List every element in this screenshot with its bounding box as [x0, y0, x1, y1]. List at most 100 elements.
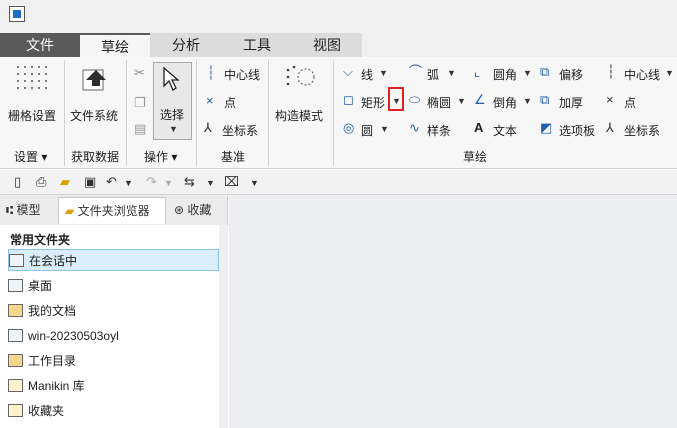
tab-view[interactable]: 视图 [292, 33, 362, 57]
fillet-icon: ⌞ [474, 64, 481, 79]
save-icon[interactable]: ▣ [84, 175, 96, 189]
grid-icon [17, 66, 47, 89]
favorites-icon: ⊛ [174, 203, 185, 217]
group-get-data-label: 获取数据 [71, 150, 120, 164]
graphics-area[interactable] [229, 195, 677, 428]
group-operations-label[interactable]: 操作 ▾ [144, 148, 177, 165]
csys-button[interactable]: 坐标系 [222, 122, 258, 139]
folder-item-computer[interactable]: win-20230503oyl [8, 325, 219, 347]
line-dropdown-arrow[interactable]: ▼ [379, 68, 388, 78]
spline-icon: ∿ [409, 120, 420, 135]
text-button[interactable]: 文本 [493, 122, 517, 139]
close-window-icon[interactable]: ⌧ [224, 175, 239, 189]
paste-icon[interactable]: ▤ [134, 122, 146, 136]
ellipse-dropdown-arrow[interactable]: ▼ [457, 96, 466, 106]
working-directory-icon [8, 354, 23, 367]
favorites-folder-icon [8, 404, 23, 417]
circle-button[interactable]: 圆 [361, 122, 373, 139]
thicken-button[interactable]: 加厚 [559, 94, 583, 111]
fillet-dropdown-arrow[interactable]: ▼ [523, 68, 532, 78]
manikin-library-icon [8, 379, 23, 392]
regenerate-dropdown-arrow[interactable]: ▼ [206, 178, 215, 188]
group-datum-label: 基准 [221, 150, 246, 164]
arc-icon: ⌒ [409, 64, 423, 79]
fillet-button[interactable]: 圆角 [493, 66, 517, 83]
tab-sketch[interactable]: 草绘 [80, 33, 150, 57]
new-icon[interactable]: ▯ [14, 175, 21, 189]
quick-access-toolbar [0, 170, 677, 195]
csys2-button[interactable]: 坐标系 [624, 122, 660, 139]
folder-item-favorites[interactable]: 收藏夹 [8, 400, 219, 422]
file-system-button[interactable]: 文件系统 [70, 107, 118, 124]
csys2-icon: ⅄ [606, 120, 614, 135]
centerline2-icon: ┆ [607, 64, 615, 79]
ellipse-button[interactable]: 椭圆 [427, 94, 451, 111]
documents-icon [8, 304, 23, 317]
line-icon: ⌵ [343, 64, 353, 79]
line-button[interactable]: 线 [361, 66, 373, 83]
app-icon[interactable] [9, 6, 25, 22]
file-system-icon [82, 69, 106, 91]
rectangle-icon: ◻ [343, 92, 354, 107]
grid-settings-button[interactable]: 栅格设置 [8, 107, 56, 124]
redo-icon[interactable]: ↷ [146, 175, 157, 189]
computer-icon [8, 329, 23, 342]
group-settings-label[interactable]: 设置 ▾ [14, 148, 47, 165]
thicken-icon: ⧉ [540, 92, 550, 107]
title-bar [0, 0, 677, 33]
folder-item-manikin-library[interactable]: Manikin 库 [8, 375, 219, 397]
common-folders-title: 常用文件夹 [10, 233, 71, 247]
centerline2-dropdown-arrow[interactable]: ▼ [665, 68, 674, 78]
copy-icon[interactable]: ❐ [134, 96, 146, 110]
redo-dropdown-arrow[interactable]: ▼ [164, 178, 173, 188]
text-icon: A [474, 120, 484, 135]
centerline-icon: ┆ [207, 65, 215, 80]
point-button[interactable]: 点 [224, 94, 236, 111]
circle-icon: ◎ [343, 120, 355, 135]
centerline-button[interactable]: 中心线 [224, 66, 260, 83]
arc-button[interactable]: 弧 [427, 66, 439, 83]
point-icon: × [206, 93, 214, 108]
undo-icon[interactable]: ↶ [106, 175, 117, 189]
offset-button[interactable]: 偏移 [559, 66, 583, 83]
folder-item-working-directory[interactable]: 工作目录 [8, 350, 219, 372]
point2-icon: × [606, 92, 614, 107]
chamfer-button[interactable]: 倒角 [493, 94, 517, 111]
print-icon[interactable]: ⎙ [36, 175, 46, 189]
offset-icon: ⧉ [540, 64, 550, 79]
rectangle-button[interactable]: 矩形 [361, 94, 385, 111]
desktop-icon [8, 279, 23, 292]
monitor-icon [9, 254, 24, 267]
tab-file[interactable]: 文件 [0, 33, 80, 57]
spline-button[interactable]: 样条 [427, 122, 451, 139]
tab-tools[interactable]: 工具 [222, 33, 292, 57]
pointer-icon [163, 66, 180, 91]
tab-folder-browser[interactable]: ▰ 文件夹浏览器 [58, 197, 166, 224]
folder-item-my-documents[interactable]: 我的文档 [8, 300, 219, 322]
folder-item-desktop[interactable]: 桌面 [8, 275, 219, 297]
centerline2-button[interactable]: 中心线 [624, 66, 660, 83]
construction-mode-icon [286, 65, 315, 86]
arc-dropdown-arrow[interactable]: ▼ [447, 68, 456, 78]
construction-mode-button[interactable]: 构造模式 [275, 107, 323, 124]
regenerate-icon[interactable]: ⇆ [184, 175, 195, 189]
undo-dropdown-arrow[interactable]: ▼ [124, 178, 133, 188]
point2-button[interactable]: 点 [624, 94, 636, 111]
cut-icon[interactable]: ✂ [134, 66, 145, 80]
tab-favorites[interactable]: ⊛ 收藏 [170, 197, 222, 224]
circle-dropdown-arrow[interactable]: ▼ [380, 124, 389, 134]
model-tree-icon: ⑆ [6, 203, 14, 217]
select-label: 选择 [160, 108, 185, 122]
folder-item-in-session[interactable]: 在会话中 [8, 249, 219, 271]
rectangle-dropdown-highlight [388, 87, 404, 111]
tab-analysis[interactable]: 分析 [150, 33, 222, 57]
palette-icon: ◩ [540, 120, 553, 135]
palette-button[interactable]: 选项板 [559, 122, 595, 139]
chamfer-dropdown-arrow[interactable]: ▼ [523, 96, 532, 106]
tab-model-tree[interactable]: ⑆ 模型 [6, 197, 54, 224]
customize-toolbar-arrow[interactable]: ▼ [250, 178, 259, 188]
select-dropdown-arrow[interactable]: ▼ [169, 124, 178, 134]
navigator-scrollbar[interactable] [219, 225, 228, 428]
open-icon[interactable]: ▰ [60, 175, 70, 189]
csys-icon: ⅄ [204, 120, 212, 135]
